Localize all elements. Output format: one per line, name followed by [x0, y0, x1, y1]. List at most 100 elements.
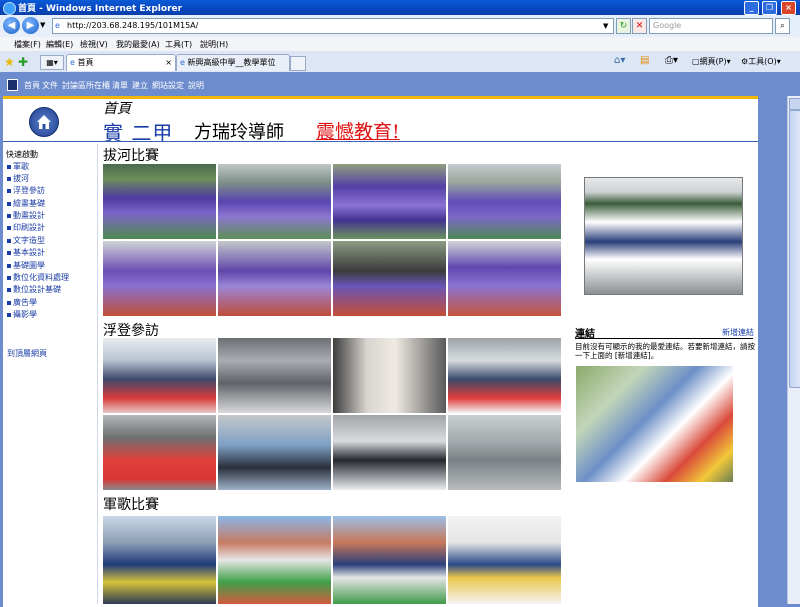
menu-tools[interactable]: 工具(T)	[165, 39, 192, 50]
sidebar-divider	[97, 144, 98, 604]
add-link-button[interactable]: 新增連結	[722, 327, 754, 338]
scroll-up-icon[interactable]	[789, 98, 800, 110]
back-icon[interactable]: ◀	[3, 17, 20, 34]
close-icon[interactable]: ×	[781, 1, 796, 15]
tab-label: 新興高級中學__教學單位	[187, 58, 276, 67]
site-navigation-bar: 首頁 文件 討論區所在櫃 清單 建立 網站設定 說明	[0, 72, 800, 96]
site-nav-lists[interactable]: 清單	[112, 80, 128, 91]
tab-page-icon: e	[70, 58, 75, 67]
visit-photo-5[interactable]	[103, 415, 216, 490]
section-title-visit: 浮登參訪	[103, 323, 159, 339]
military-song-photo-3[interactable]	[333, 516, 446, 604]
sidebar-item[interactable]: 浮登參訪	[7, 185, 45, 196]
tug-of-war-photo-3[interactable]	[333, 164, 446, 239]
forward-icon[interactable]: ▶	[22, 17, 39, 34]
sidebar-item[interactable]: 攝影學	[7, 309, 37, 320]
sidebar-item[interactable]: 拔河	[7, 173, 29, 184]
address-text: http://203.68.248.195/101M15A/	[67, 21, 199, 30]
class-motto: 震憾教育!	[316, 121, 400, 143]
visit-photo-6[interactable]	[218, 415, 331, 490]
minimize-icon[interactable]: _	[744, 1, 759, 15]
sidebar-item[interactable]: 繪畫基礎	[7, 198, 45, 209]
site-nav-home[interactable]: 首頁	[24, 80, 40, 91]
quick-tabs-icon[interactable]: ▦▾	[40, 55, 64, 70]
header-divider	[3, 141, 758, 142]
menu-favorites[interactable]: 我的最愛(A)	[116, 39, 160, 50]
quick-launch-label: 快速啟動	[6, 150, 38, 159]
sidebar-item[interactable]: 文字造型	[7, 235, 45, 246]
tug-of-war-photo-5[interactable]	[103, 241, 216, 316]
tug-of-war-photo-1[interactable]	[103, 164, 216, 239]
visit-photo-1[interactable]	[103, 338, 216, 413]
links-divider	[575, 338, 753, 339]
sidebar-item[interactable]: 基本設計	[7, 247, 45, 258]
tab-bar: ★ ✚ ▦▾ e 首頁 × e 新興高級中學__教學單位 ⌂▾ ▤ ⎙▾ ▢網頁…	[0, 51, 800, 73]
tug-of-war-photo-4[interactable]	[448, 164, 561, 239]
visit-photo-2[interactable]	[218, 338, 331, 413]
address-toolbar: ◀ ▶ ▼ e http://203.68.248.195/101M15A/ ▼…	[0, 15, 800, 38]
scroll-thumb[interactable]	[789, 110, 800, 388]
vertical-scrollbar[interactable]	[787, 96, 800, 604]
tab-page-icon: e	[180, 58, 185, 67]
site-nav-docs[interactable]: 文件	[42, 80, 58, 91]
page-menu[interactable]: ▢網頁(P)▾	[692, 56, 731, 67]
address-bar[interactable]: e http://203.68.248.195/101M15A/ ▼	[52, 18, 614, 34]
visit-photo-4[interactable]	[448, 338, 561, 413]
stop-icon[interactable]: ✕	[632, 18, 647, 34]
search-icon[interactable]: ⌕	[775, 18, 790, 34]
tug-of-war-photo-7[interactable]	[333, 241, 446, 316]
tug-of-war-photo-2[interactable]	[218, 164, 331, 239]
window-title-bar: 首頁 - Windows Internet Explorer _ ❐ ×	[0, 0, 800, 15]
menu-view[interactable]: 檢視(V)	[80, 39, 108, 50]
tab-home[interactable]: e 首頁 ×	[66, 54, 176, 71]
site-nav-discussion[interactable]: 討論區所在櫃	[62, 80, 110, 91]
address-dropdown-icon[interactable]: ▼	[603, 19, 608, 33]
sidebar-item[interactable]: 動畫設計	[7, 210, 45, 221]
site-nav-create[interactable]: 建立	[132, 80, 148, 91]
military-song-photo-1[interactable]	[103, 516, 216, 604]
menu-edit[interactable]: 編輯(E)	[46, 39, 73, 50]
back-to-top-link[interactable]: 到頂層網頁	[7, 348, 47, 359]
tug-of-war-photo-8[interactable]	[448, 241, 561, 316]
students-photo[interactable]	[576, 366, 733, 482]
feeds-icon[interactable]: ▤	[640, 55, 649, 66]
site-nav-help[interactable]: 說明	[188, 80, 204, 91]
site-nav-settings[interactable]: 網站設定	[152, 80, 184, 91]
add-favorite-icon[interactable]: ✚	[18, 55, 28, 69]
menu-file[interactable]: 檔案(F)	[14, 39, 41, 50]
tab-xinxing[interactable]: e 新興高級中學__教學單位	[176, 54, 290, 71]
menu-help[interactable]: 說明(H)	[200, 39, 228, 50]
site-home-icon[interactable]	[29, 107, 59, 137]
tools-menu[interactable]: ⚙工具(O)▾	[741, 56, 781, 67]
sidebar-item[interactable]: 印刷設計	[7, 222, 45, 233]
new-tab-button[interactable]	[290, 56, 306, 71]
favorites-star-icon[interactable]: ★	[4, 55, 15, 69]
refresh-icon[interactable]: ↻	[616, 18, 631, 34]
links-description: 目前沒有可顯示的我的最愛連結。若要新增連結，請按一下上面的 [新增連結]。	[575, 342, 755, 360]
sidebar-item[interactable]: 數位設計基礎	[7, 284, 61, 295]
visit-photo-7[interactable]	[333, 415, 446, 490]
page-icon: e	[55, 21, 60, 30]
history-dropdown-icon[interactable]: ▼	[40, 21, 45, 29]
maximize-icon[interactable]: ❐	[762, 1, 777, 15]
visit-photo-8[interactable]	[448, 415, 561, 490]
site-logo-icon	[7, 79, 18, 91]
tug-of-war-photo-6[interactable]	[218, 241, 331, 316]
sidebar-item[interactable]: 基礎圖學	[7, 260, 45, 271]
page-breadcrumb-home: 首頁	[103, 101, 131, 117]
military-song-photo-2[interactable]	[218, 516, 331, 604]
menu-bar: 檔案(F) 編輯(E) 檢視(V) 我的最愛(A) 工具(T) 說明(H)	[0, 37, 800, 51]
sidebar-item[interactable]: 軍歌	[7, 161, 29, 172]
home-icon[interactable]: ⌂▾	[614, 55, 625, 66]
section-title-military-song: 軍歌比賽	[103, 497, 159, 513]
class-group-photo[interactable]	[584, 177, 743, 295]
print-icon[interactable]: ⎙▾	[665, 55, 678, 66]
section-title-tug-of-war: 拔河比賽	[103, 148, 159, 164]
military-song-photo-4[interactable]	[448, 516, 561, 604]
search-input[interactable]: Google	[649, 18, 773, 34]
tab-close-icon[interactable]: ×	[165, 55, 172, 71]
ie-logo-icon	[3, 2, 16, 15]
sidebar-item[interactable]: 廣告學	[7, 297, 37, 308]
sidebar-item[interactable]: 數位化資料處理	[7, 272, 69, 283]
visit-photo-3[interactable]	[333, 338, 446, 413]
